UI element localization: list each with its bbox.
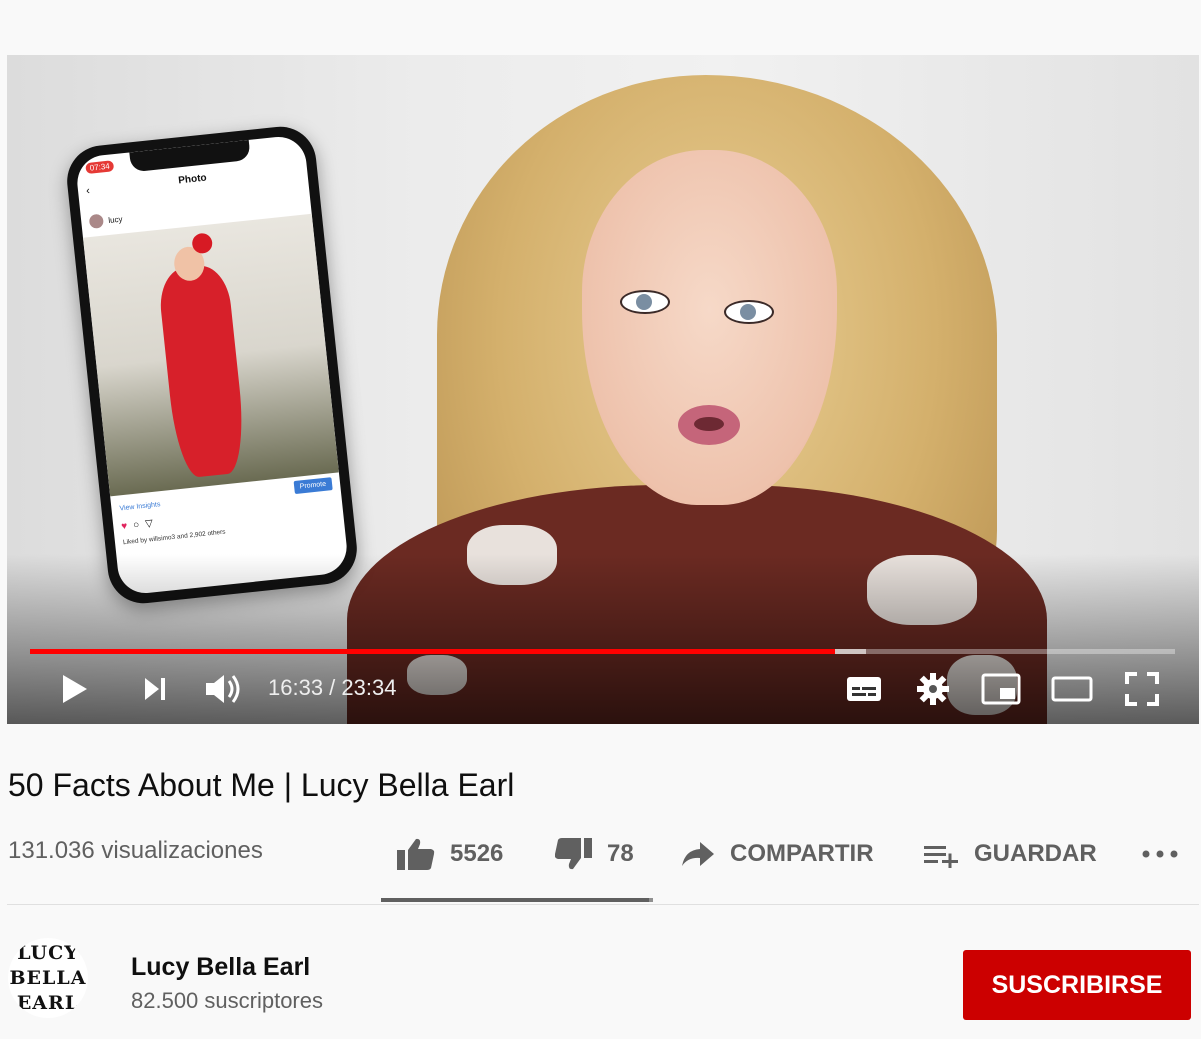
fullscreen-button[interactable] [1121, 661, 1163, 717]
fullscreen-icon [1125, 672, 1159, 706]
miniplayer-icon [981, 673, 1021, 705]
share-button[interactable]: COMPARTIR [680, 834, 874, 874]
phone-user: lucy [88, 212, 124, 229]
phone-photo [82, 213, 339, 497]
more-actions-button[interactable] [1141, 834, 1181, 874]
subscriber-count: 82.500 suscriptores [131, 988, 323, 1013]
volume-icon [206, 675, 240, 703]
theater-mode-icon [1051, 676, 1093, 702]
video-title: 50 Facts About Me | Lucy Bella Earl [8, 767, 515, 803]
share-icon [682, 842, 714, 866]
progress-played [30, 649, 835, 654]
send-icon: ▽ [144, 518, 154, 530]
view-count: 131.036 visualizaciones [8, 837, 263, 864]
phone-status-time: 07:34 [85, 160, 115, 175]
video-frame-face [582, 150, 837, 505]
phone-username: lucy [107, 214, 123, 225]
phone-promote: Promote [293, 477, 333, 495]
play-button[interactable] [53, 661, 97, 717]
phone-view-insights: View Insights [119, 501, 161, 513]
phone-overlay: 07:34 ‹ Photo lucy View Insights Promote… [63, 123, 361, 607]
next-button[interactable] [135, 661, 175, 717]
miniplayer-button[interactable] [979, 661, 1023, 717]
playlist-add-icon [924, 846, 958, 868]
sentiment-like-portion [381, 898, 650, 902]
avatar-line-1: LUCY [17, 942, 79, 964]
volume-button[interactable] [201, 661, 247, 717]
phone-actions: ♥ ○ ▽ [121, 518, 154, 532]
dislike-button[interactable]: 78 [555, 834, 634, 874]
channel-avatar-logo: LUCY BELLA EARL [8, 941, 88, 1016]
like-count: 5526 [450, 840, 504, 867]
dislike-count: 78 [607, 840, 634, 867]
avatar-line-3: EARL [16, 992, 80, 1014]
share-label: COMPARTIR [730, 840, 874, 867]
subscribe-button[interactable]: SUSCRIBIRSE [963, 950, 1191, 1020]
time-display: 16:33 / 23:34 [268, 675, 397, 700]
skip-next-icon [145, 678, 165, 700]
channel-avatar[interactable]: LUCY BELLA EARL [8, 938, 88, 1018]
subtitles-button[interactable] [843, 661, 885, 717]
sentiment-bar [381, 898, 653, 902]
video-player[interactable]: 07:34 ‹ Photo lucy View Insights Promote… [7, 55, 1199, 724]
save-button[interactable]: GUARDAR [922, 834, 1097, 874]
progress-bar[interactable] [30, 649, 1175, 654]
play-icon [63, 675, 87, 703]
avatar-line-2: BELLA [9, 967, 87, 989]
comment-icon: ○ [132, 519, 140, 532]
thumbs-down-icon [555, 838, 592, 870]
phone-liked-by: Liked by willsimo3 and 2,902 others [122, 528, 226, 547]
settings-button[interactable] [913, 661, 953, 717]
phone-avatar [88, 213, 105, 229]
theater-mode-button[interactable] [1049, 661, 1095, 717]
like-button[interactable]: 5526 [396, 834, 503, 874]
channel-name[interactable]: Lucy Bella Earl [131, 953, 310, 982]
player-controls: 16:33 / 23:34 [7, 661, 1199, 721]
heart-icon: ♥ [120, 520, 128, 533]
thumbs-up-icon [397, 838, 435, 870]
more-horizontal-icon [1142, 850, 1178, 858]
divider [7, 904, 1199, 905]
save-label: GUARDAR [974, 840, 1097, 867]
gear-icon [917, 673, 949, 705]
subtitles-icon [847, 677, 881, 701]
